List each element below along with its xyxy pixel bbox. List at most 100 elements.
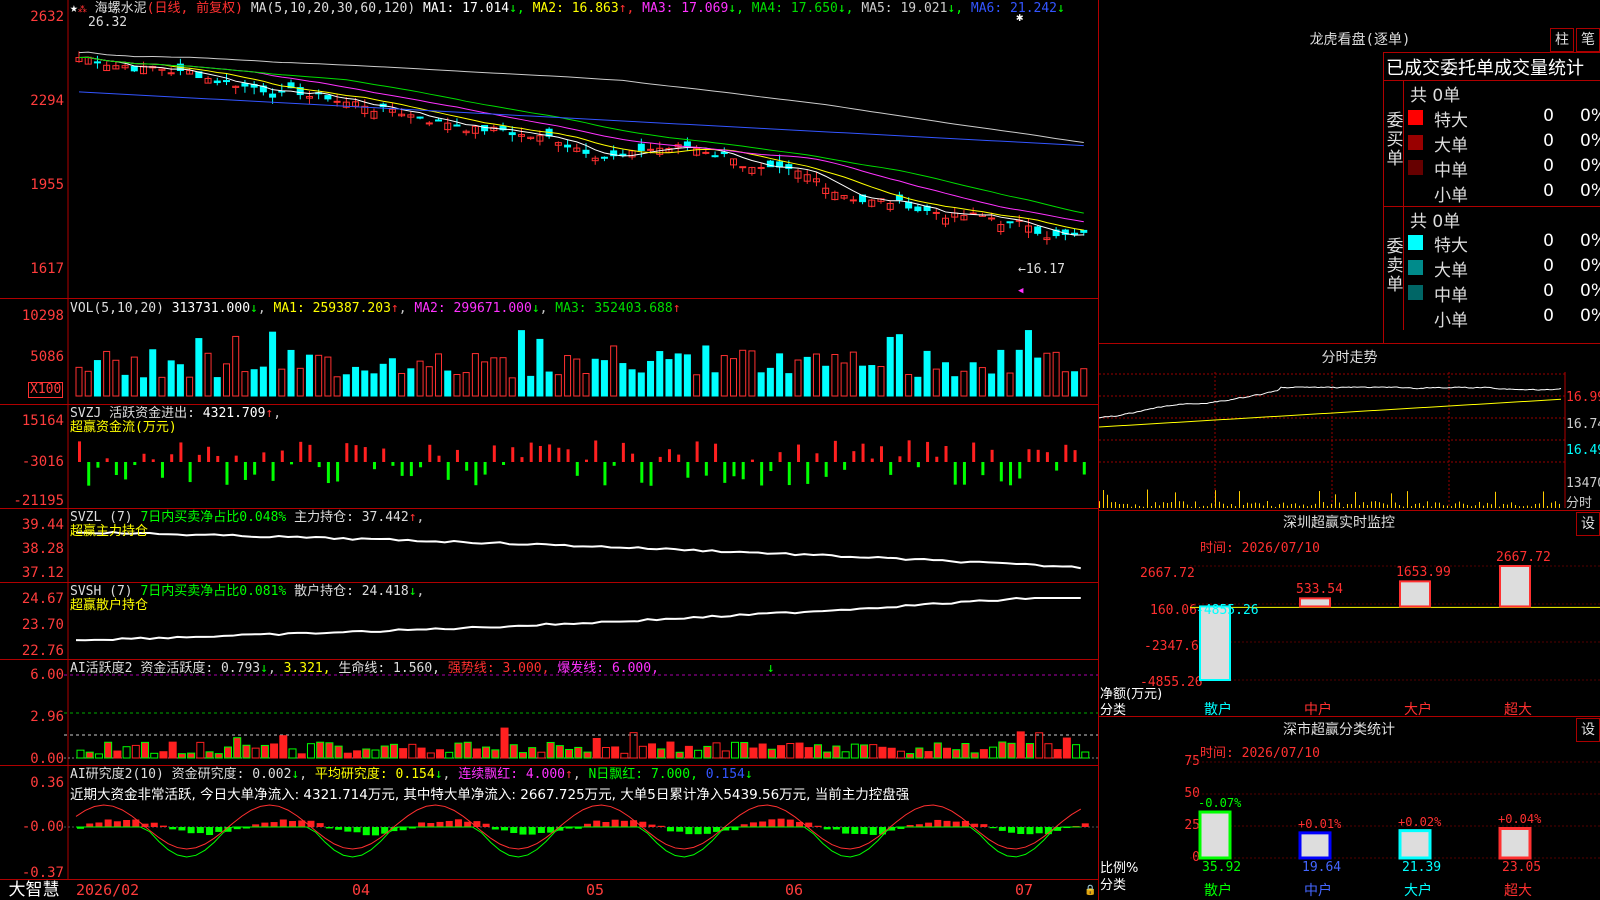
intraday-volume-bar (1463, 503, 1464, 508)
svzj-bar (1027, 449, 1031, 462)
activity-bar (233, 737, 242, 759)
period-label[interactable]: (日线, 前复权) (147, 1, 243, 16)
activity-bar (131, 744, 140, 759)
activity-bar (675, 751, 684, 759)
order-type: 小单 (1434, 311, 1468, 331)
volume-bar (997, 349, 1005, 397)
research-bar (289, 821, 297, 827)
volume-bar (1061, 371, 1069, 397)
volume-bar (1006, 372, 1014, 397)
vol-unit-badge[interactable]: X100 (28, 382, 64, 398)
research-bar (427, 822, 435, 827)
svzj-bar (188, 462, 192, 483)
main-holding-line (75, 531, 1081, 570)
monitor-bar (1299, 597, 1331, 608)
candle-body (739, 166, 747, 169)
svzj-bar (1073, 450, 1077, 462)
candle-body (647, 148, 655, 151)
volume-bar (416, 360, 424, 397)
svzj-bar (907, 440, 911, 462)
intraday-volume-bar (1343, 506, 1344, 508)
volume-bar (591, 358, 599, 397)
intraday-volume-bar (1335, 494, 1336, 508)
svsh-axis-label: 23.70 (21, 617, 64, 633)
research-bar (703, 827, 711, 834)
intraday-volume-bar (1455, 503, 1456, 508)
svzj-bar (170, 454, 174, 462)
activity-bar (472, 748, 481, 759)
intraday-axis-label: 13470 (1566, 476, 1600, 491)
volume-bar (831, 353, 839, 397)
monitor-settings-button[interactable]: 设 (1576, 512, 1600, 536)
ai-research-bars (75, 804, 1089, 858)
activity-bar (325, 742, 334, 759)
star-icon[interactable]: ★ (70, 1, 78, 16)
activity-bar (684, 745, 693, 759)
order-percent: 0% (1580, 306, 1600, 326)
svzj-bar (317, 462, 321, 468)
intraday-volume-bar (1407, 491, 1408, 508)
intraday-volume-bars (1099, 489, 1560, 508)
volume-bar (1043, 352, 1051, 397)
research-bar (215, 827, 223, 832)
research-bar (943, 820, 951, 827)
lhb-title: 龙虎看盘(逐单) (1309, 32, 1411, 48)
volume-bar (527, 375, 535, 397)
activity-bar (141, 741, 150, 759)
volume-bar (1015, 349, 1023, 397)
classify-settings-button[interactable]: 设 (1576, 718, 1600, 742)
order-type: 特大 (1434, 236, 1468, 256)
research-bar (316, 823, 324, 827)
order-count: 0 (1543, 106, 1554, 126)
classify-bar (1198, 810, 1232, 860)
svzj-bar (898, 456, 902, 462)
svzj-bar (861, 443, 865, 462)
intraday-volume-bar (1303, 504, 1304, 508)
candle-body (1034, 226, 1042, 234)
intraday-volume-bar (1115, 501, 1116, 508)
order-percent: 0% (1580, 106, 1600, 126)
svzj-bar (658, 456, 662, 462)
monitor-bar-value: -4855.26 (1196, 603, 1259, 618)
intraday-volume-bar (1315, 503, 1316, 508)
svzj-bar (382, 448, 386, 462)
order-row: 大单 0 0% (1408, 255, 1600, 281)
monitor-time: 时间: 2026/07/10 (1200, 541, 1320, 556)
lock-icon[interactable]: 🔒 (1084, 885, 1096, 896)
research-bar (104, 819, 112, 827)
buy-vertical-label: 委买单 (1386, 111, 1404, 169)
classify-delta: +0.02% (1398, 814, 1442, 829)
order-row: 特大 0 0% (1408, 230, 1600, 256)
volume-bar (370, 373, 378, 397)
volume-bar (1071, 371, 1079, 397)
ma-arrow: ↓ (1057, 1, 1065, 16)
intraday-volume-bar (1423, 505, 1424, 508)
activity-bar (638, 745, 647, 759)
svzl-axis-label: 37.12 (21, 565, 64, 581)
price-panel-header: ★⁂ 海螺水泥(日线, 前复权) MA(5,10,20,30,60,120) M… (70, 1, 1065, 18)
order-row: 特大 0 0% (1408, 105, 1600, 131)
stock-name[interactable]: 海螺水泥 (95, 1, 147, 16)
volume-bar (462, 372, 470, 397)
svzj-subtitle: 超赢资金流(万元) (70, 420, 177, 435)
svzj-bar (520, 457, 524, 462)
intraday-volume-bar (1555, 501, 1556, 508)
tab-tick-view[interactable]: 笔 (1576, 28, 1600, 52)
volume-bar (471, 353, 479, 397)
activity-bar (104, 741, 113, 759)
svzj-bar (253, 462, 257, 475)
activity-bar (1072, 744, 1081, 759)
svzj-bar (594, 440, 598, 462)
candle-body (988, 217, 996, 220)
svzj-bar (437, 455, 441, 462)
candle-body (683, 141, 691, 148)
activity-bar (426, 752, 435, 759)
tab-bar-view[interactable]: 柱 (1550, 28, 1574, 52)
order-type: 中单 (1434, 286, 1468, 306)
volume-bar (877, 366, 885, 397)
ma-formula: MA(5,10,20,30,60,120) (250, 1, 416, 16)
activity-bar (389, 743, 398, 759)
date-tick: 06 (785, 881, 804, 899)
activity-bar (869, 744, 878, 759)
research-bar (1026, 827, 1034, 835)
